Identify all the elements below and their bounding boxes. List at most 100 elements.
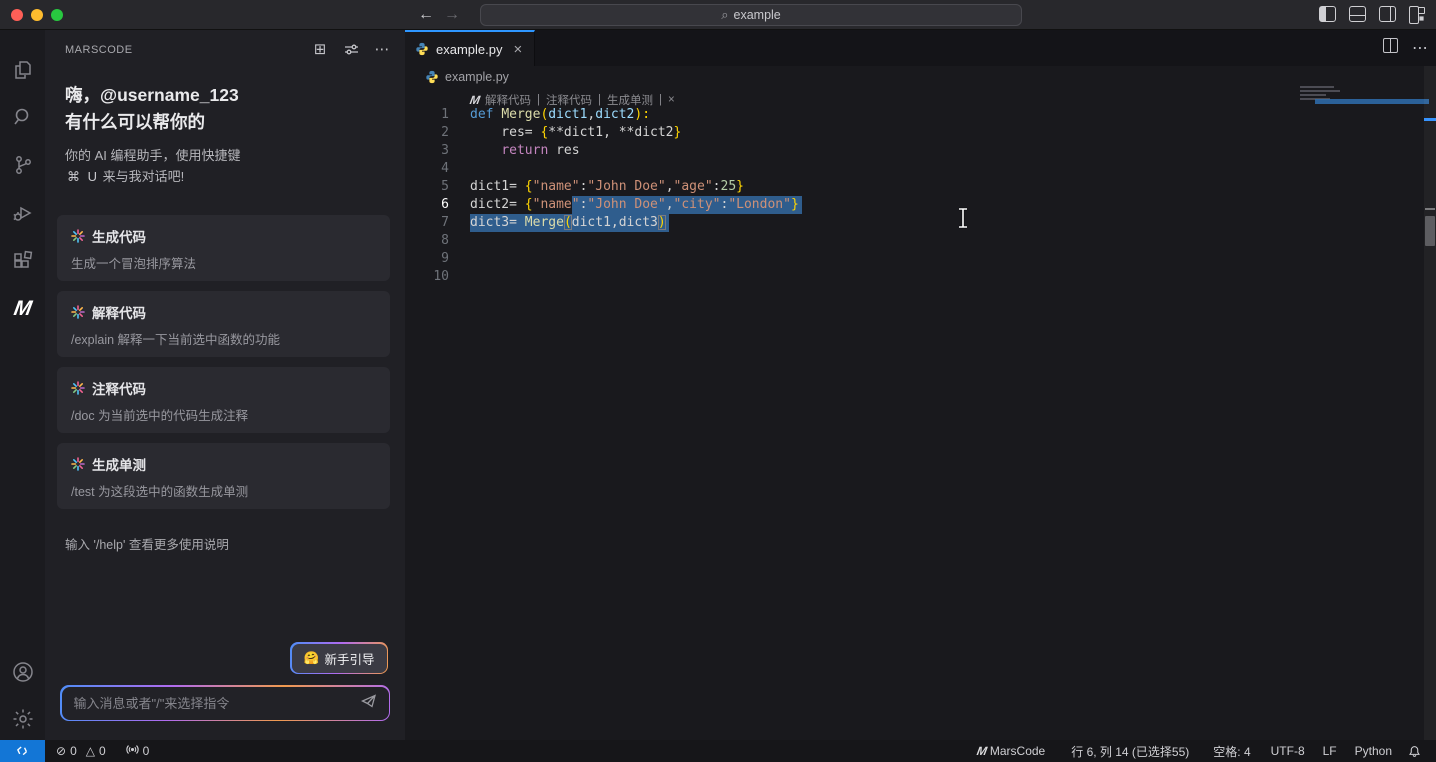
eol-label: LF — [1322, 744, 1337, 758]
card-desc: /doc 为当前选中的代码生成注释 — [71, 409, 249, 423]
card-title: 生成代码 — [71, 226, 376, 246]
errors-count: 0 — [70, 744, 77, 758]
code-line-1[interactable]: 1 def Merge(dict1,dict2): — [405, 106, 1415, 124]
code-line-8[interactable]: 8 — [405, 232, 1415, 250]
card-title: 注释代码 — [71, 378, 376, 398]
problems-indicator[interactable]: ⊘ 0 △ 0 — [49, 740, 113, 762]
line-number: 7 — [441, 215, 449, 230]
code-line-9[interactable]: 9 — [405, 250, 1415, 268]
remote-indicator-button[interactable] — [0, 740, 45, 762]
greeting-line2: 有什么可以帮你的 — [65, 112, 205, 132]
scrollbar-thumb[interactable] — [1425, 216, 1435, 246]
editor-scrollbar[interactable] — [1424, 66, 1436, 740]
ibeam-mouse-cursor — [956, 207, 970, 234]
eol-item[interactable]: LF — [1316, 740, 1344, 762]
extensions-icon[interactable] — [0, 241, 45, 281]
search-value: example — [733, 8, 781, 22]
activity-bar: M — [0, 30, 45, 740]
more-actions-icon[interactable]: ⋯ — [373, 40, 391, 58]
code-line-3[interactable]: 3 return res — [405, 142, 1415, 160]
settings-gear-icon[interactable] — [0, 699, 45, 739]
forward-arrow-icon[interactable]: → — [441, 4, 463, 26]
marscode-label: MarsCode — [989, 744, 1046, 758]
breadcrumb[interactable]: example.py — [425, 70, 509, 84]
toggle-panel-icon[interactable] — [1349, 6, 1366, 22]
code-line-4[interactable]: 4 — [405, 160, 1415, 178]
code-editor[interactable]: 1 def Merge(dict1,dict2): 2 res= {**dict1,… — [405, 106, 1415, 286]
cursor-position-item[interactable]: 行 6, 列 14 (已选择55) — [1064, 740, 1196, 762]
tune-filter-icon[interactable] — [342, 40, 360, 58]
line-number: 1 — [441, 107, 449, 122]
marscode-status-item[interactable]: M MarsCode — [970, 740, 1052, 762]
command-center-search[interactable]: ⌕ example — [480, 4, 1022, 26]
notifications-bell-icon[interactable] — [1401, 740, 1428, 762]
warnings-icon: △ — [85, 744, 95, 758]
onboarding-guide-button[interactable]: 🤗 新手引导 — [290, 642, 388, 674]
cursor-position-label: 行 6, 列 14 (已选择55) — [1071, 744, 1190, 759]
code-line-6[interactable]: 6 dict2= {"name":"John Doe","city":"Londo… — [405, 196, 1415, 214]
indentation-item[interactable]: 空格: 4 — [1206, 740, 1257, 762]
window-minimize-button[interactable] — [31, 9, 43, 21]
chat-input[interactable] — [73, 695, 353, 711]
toggle-secondary-sidebar-icon[interactable] — [1379, 6, 1396, 22]
python-file-icon — [426, 70, 438, 84]
breadcrumb-file: example.py — [445, 70, 509, 84]
customize-layout-icon[interactable] — [1409, 6, 1426, 24]
line-number: 4 — [441, 161, 449, 176]
account-icon[interactable] — [0, 652, 45, 692]
prompt-card-2[interactable]: 解释代码/explain 解释一下当前选中函数的功能 — [57, 291, 390, 357]
intro-line1: 你的 AI 编程助手，使用快捷键 — [65, 148, 241, 163]
split-editor-icon[interactable] — [1383, 38, 1398, 53]
send-icon[interactable] — [360, 693, 377, 713]
codelens-close-icon[interactable]: × — [668, 94, 675, 106]
code-line-5[interactable]: 5 dict1= {"name":"John Doe","age":25} — [405, 178, 1415, 196]
marscode-sidebar: MARSCODE ⊞ ⋯ 嗨，@username_123 有什么可以帮你的 你的… — [45, 30, 405, 740]
code-line-10[interactable]: 10 — [405, 268, 1415, 286]
card-desc: /test 为这段选中的函数生成单测 — [71, 485, 249, 499]
card-desc: /explain 解释一下当前选中函数的功能 — [71, 333, 281, 347]
tab-bar: example.py × ⋯ — [405, 30, 1436, 66]
sidebar-title: MARSCODE — [65, 44, 133, 56]
tab-label: example.py — [436, 41, 503, 57]
tab-close-icon[interactable]: × — [513, 41, 522, 58]
python-file-icon — [416, 42, 428, 56]
new-chat-icon[interactable]: ⊞ — [311, 40, 329, 58]
ports-indicator[interactable]: 0 — [119, 740, 157, 762]
window-close-button[interactable] — [11, 9, 23, 21]
code-line-7[interactable]: 7 dict3= Merge(dict1,dict3) — [405, 214, 1415, 232]
prompt-card-list: 生成代码生成一个冒泡排序算法解释代码/explain 解释一下当前选中函数的功能… — [57, 215, 390, 519]
intro-line2: 来与我对话吧! — [102, 169, 185, 184]
prompt-card-4[interactable]: 生成单测/test 为这段选中的函数生成单测 — [57, 443, 390, 509]
prompt-card-3[interactable]: 注释代码/doc 为当前选中的代码生成注释 — [57, 367, 390, 433]
line-number: 5 — [441, 179, 449, 194]
status-bar: ⊘ 0 △ 0 0 M MarsCode 行 6, 列 14 (已选择55) 空… — [0, 740, 1436, 762]
language-mode-item[interactable]: Python — [1348, 740, 1399, 762]
line-number: 10 — [433, 269, 449, 284]
broadcast-icon — [126, 744, 139, 759]
card-desc: 生成一个冒泡排序算法 — [71, 257, 197, 271]
run-debug-icon[interactable] — [0, 193, 45, 233]
marscode-view-icon[interactable]: M — [0, 289, 45, 329]
card-title: 生成单测 — [71, 454, 376, 474]
title-bar: ← → ⌕ example — [0, 0, 1436, 30]
tab-example-py[interactable]: example.py × — [405, 30, 535, 66]
toggle-primary-sidebar-icon[interactable] — [1319, 6, 1336, 22]
window-maximize-button[interactable] — [51, 9, 63, 21]
marscode-logo-icon: M — [975, 744, 988, 758]
greeting: 嗨，@username_123 有什么可以帮你的 — [65, 82, 239, 136]
encoding-item[interactable]: UTF-8 — [1264, 740, 1312, 762]
search-view-icon[interactable] — [0, 97, 45, 137]
hug-emoji-icon: 🤗 — [303, 650, 320, 665]
line-number: 6 — [441, 197, 449, 212]
ports-count: 0 — [142, 744, 150, 758]
prompt-card-1[interactable]: 生成代码生成一个冒泡排序算法 — [57, 215, 390, 281]
line-number: 9 — [441, 251, 449, 266]
back-arrow-icon[interactable]: ← — [415, 4, 437, 26]
source-control-icon[interactable] — [0, 145, 45, 185]
code-line-2[interactable]: 2 res= {**dict1, **dict2} — [405, 124, 1415, 142]
explorer-icon[interactable] — [0, 50, 45, 90]
editor-more-actions-icon[interactable]: ⋯ — [1412, 38, 1428, 58]
card-title: 解释代码 — [71, 302, 376, 322]
intro-text: 你的 AI 编程助手，使用快捷键 ⌘ U 来与我对话吧! — [65, 145, 241, 187]
scrollbar-selection-mark — [1424, 118, 1436, 121]
